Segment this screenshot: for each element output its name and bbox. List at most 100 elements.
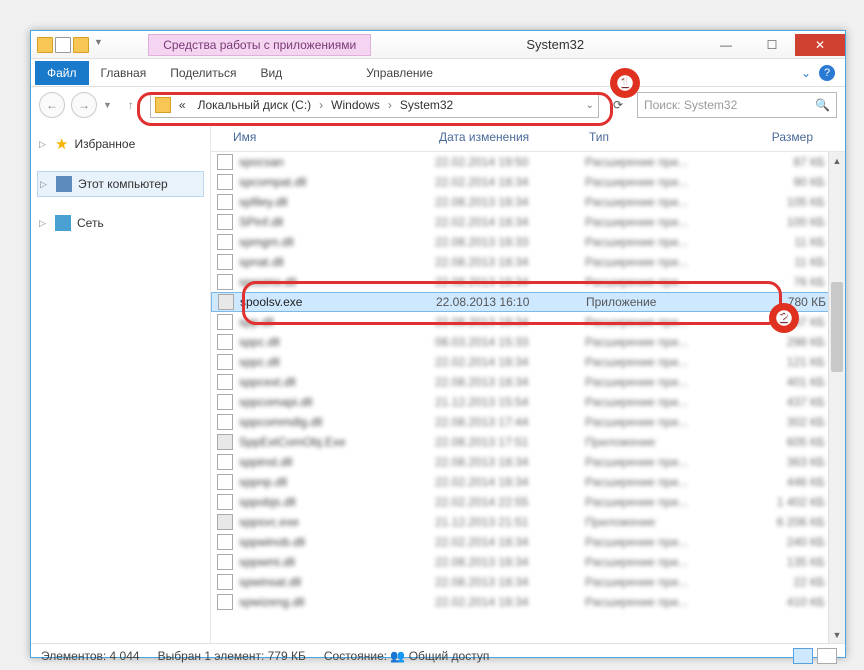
new-folder-icon[interactable]	[73, 37, 89, 53]
file-row[interactable]: sppc.dll22.02.2014 18:34Расширение при..…	[211, 352, 845, 372]
window-buttons: — ☐ ✕	[703, 34, 845, 56]
tab-share[interactable]: Поделиться	[158, 61, 248, 85]
back-button[interactable]: ←	[39, 92, 65, 118]
scrollbar[interactable]: ▲ ▼	[828, 152, 845, 643]
file-date: 22.02.2014 22:55	[435, 495, 585, 509]
context-ribbon-tab[interactable]: Средства работы с приложениями	[148, 34, 371, 56]
tab-file[interactable]: Файл	[35, 61, 89, 85]
file-type: Приложение	[585, 435, 725, 449]
status-selected: Выбран 1 элемент: 779 КБ	[158, 649, 306, 663]
file-row[interactable]: sppwinob.dll22.02.2014 18:34Расширение п…	[211, 532, 845, 552]
tab-home[interactable]: Главная	[89, 61, 159, 85]
file-row[interactable]: spwizeng.dll22.02.2014 18:34Расширение п…	[211, 592, 845, 612]
file-size: 105 КБ	[725, 195, 825, 209]
up-button[interactable]: ↑	[118, 92, 144, 118]
expand-icon[interactable]: ▷	[39, 218, 49, 229]
file-row[interactable]: sppcommdlg.dll22.08.2013 17:44Расширение…	[211, 412, 845, 432]
chevron-right-icon[interactable]: ›	[319, 98, 323, 112]
file-row[interactable]: sppobjs.dll22.02.2014 22:55Расширение пр…	[211, 492, 845, 512]
file-row[interactable]: sppnp.dll22.02.2014 18:34Расширение при.…	[211, 472, 845, 492]
file-row[interactable]: spnat.dll22.08.2013 18:34Расширение при.…	[211, 252, 845, 272]
minimize-button[interactable]: —	[703, 34, 749, 56]
address-bar[interactable]: « Локальный диск (C:) › Windows › System…	[150, 92, 599, 118]
breadcrumb-prefix[interactable]: «	[175, 96, 190, 114]
file-row[interactable]: SPinf.dll22.02.2014 18:34Расширение при.…	[211, 212, 845, 232]
file-row[interactable]: sppc.dll08.03.2014 15:33Расширение при..…	[211, 332, 845, 352]
file-name: spp.dll	[239, 315, 435, 329]
file-row[interactable]: sppinst.dll22.08.2013 18:34Расширение пр…	[211, 452, 845, 472]
qat-dropdown-icon[interactable]: ▼	[91, 37, 106, 53]
file-row[interactable]: spmgm.dll22.08.2013 18:33Расширение при.…	[211, 232, 845, 252]
properties-icon[interactable]	[55, 37, 71, 53]
expand-icon[interactable]: ▷	[40, 179, 50, 190]
file-date: 22.02.2014 19:50	[435, 155, 585, 169]
file-row[interactable]: spwinsat.dll22.08.2013 18:34Расширение п…	[211, 572, 845, 592]
scroll-thumb[interactable]	[831, 282, 843, 372]
breadcrumb[interactable]: Локальный диск (C:)	[194, 96, 316, 114]
address-row: ← → ▼ ↑ « Локальный диск (C:) › Windows …	[31, 87, 845, 123]
close-button[interactable]: ✕	[795, 34, 845, 56]
file-name: sppsvc.exe	[239, 515, 435, 529]
scroll-down-icon[interactable]: ▼	[829, 626, 845, 643]
col-size[interactable]: Размер	[721, 127, 821, 147]
file-row[interactable]: sppcext.dll22.08.2013 18:34Расширение пр…	[211, 372, 845, 392]
col-date[interactable]: Дата изменения	[431, 127, 581, 147]
breadcrumb[interactable]: Windows	[327, 96, 384, 114]
file-icon	[217, 354, 233, 370]
file-size: 1 402 КБ	[725, 495, 825, 509]
sidebar-item-network[interactable]: ▷ Сеть	[37, 211, 204, 235]
file-date: 22.02.2014 18:34	[435, 535, 585, 549]
file-row[interactable]: spoolsv.exe22.08.2013 16:10Приложение780…	[211, 292, 845, 312]
titlebar: ▼ Средства работы с приложениями System3…	[31, 31, 845, 59]
address-dropdown-icon[interactable]: ⌄	[586, 100, 594, 111]
col-name[interactable]: Имя	[211, 127, 431, 147]
ribbon-expand-icon[interactable]: ⌄	[801, 66, 811, 80]
file-name: SPinf.dll	[239, 215, 435, 229]
file-row[interactable]: spooms.dll22.08.2013 18:34Расширение при…	[211, 272, 845, 292]
expand-icon[interactable]: ▷	[39, 139, 49, 150]
file-row[interactable]: SppExtComObj.Exe22.08.2013 17:51Приложен…	[211, 432, 845, 452]
file-row[interactable]: sppcomapi.dll21.12.2013 15:54Расширение …	[211, 392, 845, 412]
nav-pane: ▷ ★ Избранное ▷ Этот компьютер ▷ Сеть	[31, 123, 211, 643]
file-icon	[217, 454, 233, 470]
maximize-button[interactable]: ☐	[749, 34, 795, 56]
qat: ▼	[31, 37, 112, 53]
file-size: 240 КБ	[725, 535, 825, 549]
file-row[interactable]: spp.dll22.08.2013 18:34Расширение при...…	[211, 312, 845, 332]
file-type: Расширение при...	[585, 395, 725, 409]
file-size: 410 КБ	[725, 595, 825, 609]
file-type: Расширение при...	[585, 375, 725, 389]
file-icon	[217, 494, 233, 510]
col-type[interactable]: Тип	[581, 127, 721, 147]
file-row[interactable]: sppwmi.dll22.08.2013 18:34Расширение при…	[211, 552, 845, 572]
forward-button[interactable]: →	[71, 92, 97, 118]
sidebar-label: Сеть	[77, 216, 104, 230]
sidebar-item-pc[interactable]: ▷ Этот компьютер	[37, 171, 204, 197]
file-type: Расширение при...	[585, 575, 725, 589]
tab-view[interactable]: Вид	[248, 61, 294, 85]
search-input[interactable]: Поиск: System32 🔍	[637, 92, 837, 118]
view-icons-button[interactable]	[817, 648, 837, 664]
file-name: spwizeng.dll	[239, 595, 435, 609]
file-type: Расширение при...	[585, 355, 725, 369]
file-size: 121 КБ	[725, 355, 825, 369]
file-row[interactable]: spocsan22.02.2014 19:50Расширение при...…	[211, 152, 845, 172]
file-name: spfiley.dll	[239, 195, 435, 209]
file-list[interactable]: spocsan22.02.2014 19:50Расширение при...…	[211, 152, 845, 643]
sidebar-item-favorites[interactable]: ▷ ★ Избранное	[37, 131, 204, 157]
search-placeholder: Поиск: System32	[644, 98, 737, 112]
file-icon	[217, 214, 233, 230]
file-row[interactable]: spfiley.dll22.08.2013 18:34Расширение пр…	[211, 192, 845, 212]
file-row[interactable]: spcompat.dll22.02.2014 18:34Расширение п…	[211, 172, 845, 192]
help-icon[interactable]: ?	[819, 65, 835, 81]
breadcrumb[interactable]: System32	[396, 96, 457, 114]
history-dropdown-icon[interactable]: ▼	[103, 100, 112, 110]
file-name: sppnp.dll	[239, 475, 435, 489]
view-details-button[interactable]	[793, 648, 813, 664]
chevron-right-icon[interactable]: ›	[388, 98, 392, 112]
file-icon	[217, 534, 233, 550]
file-row[interactable]: sppsvc.exe21.12.2013 21:51Приложение6 20…	[211, 512, 845, 532]
scroll-up-icon[interactable]: ▲	[829, 152, 845, 169]
tab-manage[interactable]: Управление	[354, 61, 445, 85]
file-type: Расширение при...	[585, 175, 725, 189]
